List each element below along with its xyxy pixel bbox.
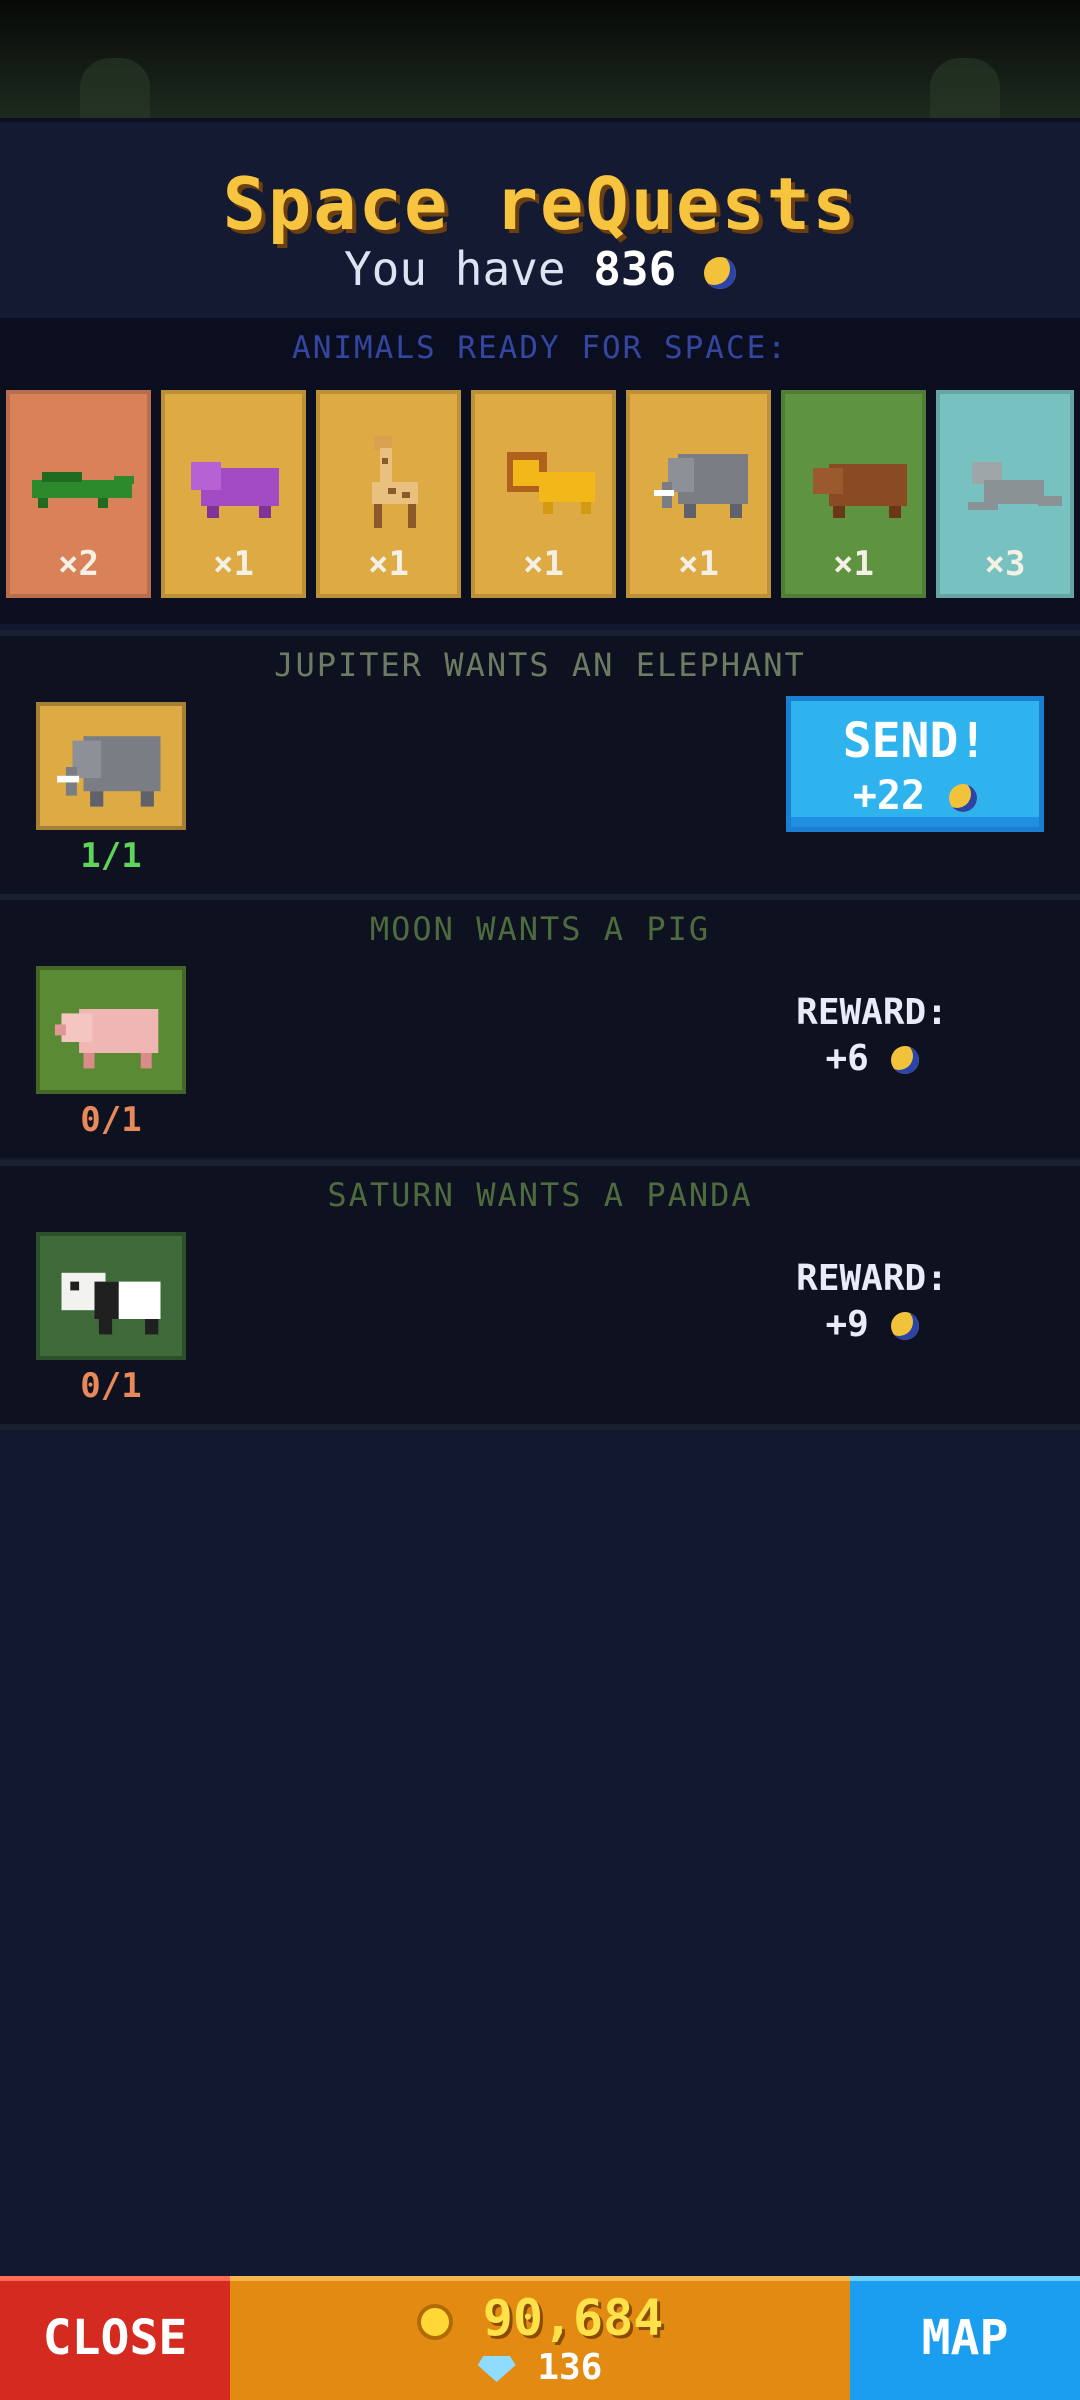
animal-card-bear[interactable]: ×1 bbox=[781, 390, 926, 598]
game-background-strip bbox=[0, 0, 1080, 118]
map-button[interactable]: MAP bbox=[850, 2276, 1080, 2400]
divider bbox=[0, 1424, 1080, 1430]
animal-count: ×3 bbox=[984, 544, 1026, 584]
request-saturn: SATURN WANTS A PANDA 0/1 REWARD: +9 bbox=[0, 1160, 1080, 1424]
crocodile-icon bbox=[32, 472, 134, 508]
animals-section-label: ANIMALS READY FOR SPACE: bbox=[292, 330, 788, 366]
animal-count: ×1 bbox=[523, 544, 564, 584]
bear-icon bbox=[813, 464, 907, 518]
animal-count: ×1 bbox=[213, 544, 254, 584]
reward-label: REWARD: bbox=[796, 992, 948, 1033]
animal-count: ×1 bbox=[678, 544, 719, 584]
send-button[interactable]: SEND! +22 bbox=[786, 696, 1044, 832]
request-animal-tile bbox=[36, 702, 186, 830]
animal-count: ×1 bbox=[833, 544, 874, 584]
balance-prefix: You have bbox=[343, 242, 566, 296]
request-title: JUPITER WANTS AN ELEPHANT bbox=[274, 646, 806, 684]
reward-info: REWARD: +6 bbox=[772, 990, 972, 1082]
animal-card-crocodile[interactable]: ×2 bbox=[6, 390, 151, 598]
header-panel: Space reQuests You have 836 bbox=[0, 118, 1080, 322]
request-progress: 1/1 bbox=[80, 836, 142, 876]
animal-count: ×1 bbox=[368, 544, 409, 584]
request-title: SATURN WANTS A PANDA bbox=[327, 1176, 753, 1214]
animal-card-giraffe[interactable]: ×1 bbox=[316, 390, 461, 598]
reward-value: +9 bbox=[825, 1304, 869, 1345]
animal-card-elephant[interactable]: ×1 bbox=[626, 390, 771, 598]
page-title: Space reQuests bbox=[222, 162, 858, 246]
reward-label: REWARD: bbox=[796, 1258, 948, 1299]
currency-display: 90,684 136 bbox=[230, 2276, 850, 2400]
seal-icon bbox=[968, 462, 1062, 510]
reward-value: +6 bbox=[825, 1038, 869, 1079]
coin-balance: 90,684 bbox=[482, 2289, 664, 2347]
request-progress: 0/1 bbox=[80, 1366, 142, 1406]
elephant-icon bbox=[57, 736, 161, 807]
request-animal-tile bbox=[36, 966, 186, 1094]
request-progress: 0/1 bbox=[80, 1100, 142, 1140]
space-coin-icon bbox=[704, 256, 737, 289]
pig-icon bbox=[54, 1009, 159, 1069]
tree-silhouette bbox=[930, 58, 1000, 118]
hippo-icon bbox=[191, 462, 279, 518]
tree-silhouette bbox=[80, 58, 150, 118]
space-coin-icon bbox=[890, 1046, 919, 1074]
send-reward: +22 bbox=[852, 773, 926, 819]
request-animal-tile bbox=[36, 1232, 186, 1360]
balance-line: You have 836 bbox=[0, 242, 1080, 296]
giraffe-icon bbox=[372, 436, 418, 528]
animal-card-lion[interactable]: ×1 bbox=[471, 390, 616, 598]
gem-balance: 136 bbox=[537, 2347, 603, 2388]
request-title: MOON WANTS A PIG bbox=[369, 910, 711, 948]
reward-info: REWARD: +9 bbox=[772, 1256, 972, 1348]
space-coin-icon bbox=[890, 1312, 919, 1340]
request-jupiter: JUPITER WANTS AN ELEPHANT 1/1 SEND! +22 bbox=[0, 630, 1080, 894]
balance-value: 836 bbox=[593, 242, 677, 296]
send-label: SEND! bbox=[842, 713, 988, 769]
gem-icon bbox=[477, 2356, 516, 2382]
space-coin-icon bbox=[949, 784, 978, 812]
elephant-icon bbox=[654, 454, 748, 518]
animal-count: ×2 bbox=[58, 544, 99, 584]
close-button[interactable]: CLOSE bbox=[0, 2276, 230, 2400]
lion-icon bbox=[507, 452, 595, 514]
request-moon: MOON WANTS A PIG 0/1 REWARD: +6 bbox=[0, 894, 1080, 1158]
bottom-bar: CLOSE 90,684 136 MAP bbox=[0, 2276, 1080, 2400]
animal-card-seal[interactable]: ×3 bbox=[936, 390, 1074, 598]
gold-coin-icon bbox=[416, 2303, 453, 2340]
panda-icon bbox=[61, 1272, 161, 1335]
animal-card-hippo[interactable]: ×1 bbox=[161, 390, 306, 598]
